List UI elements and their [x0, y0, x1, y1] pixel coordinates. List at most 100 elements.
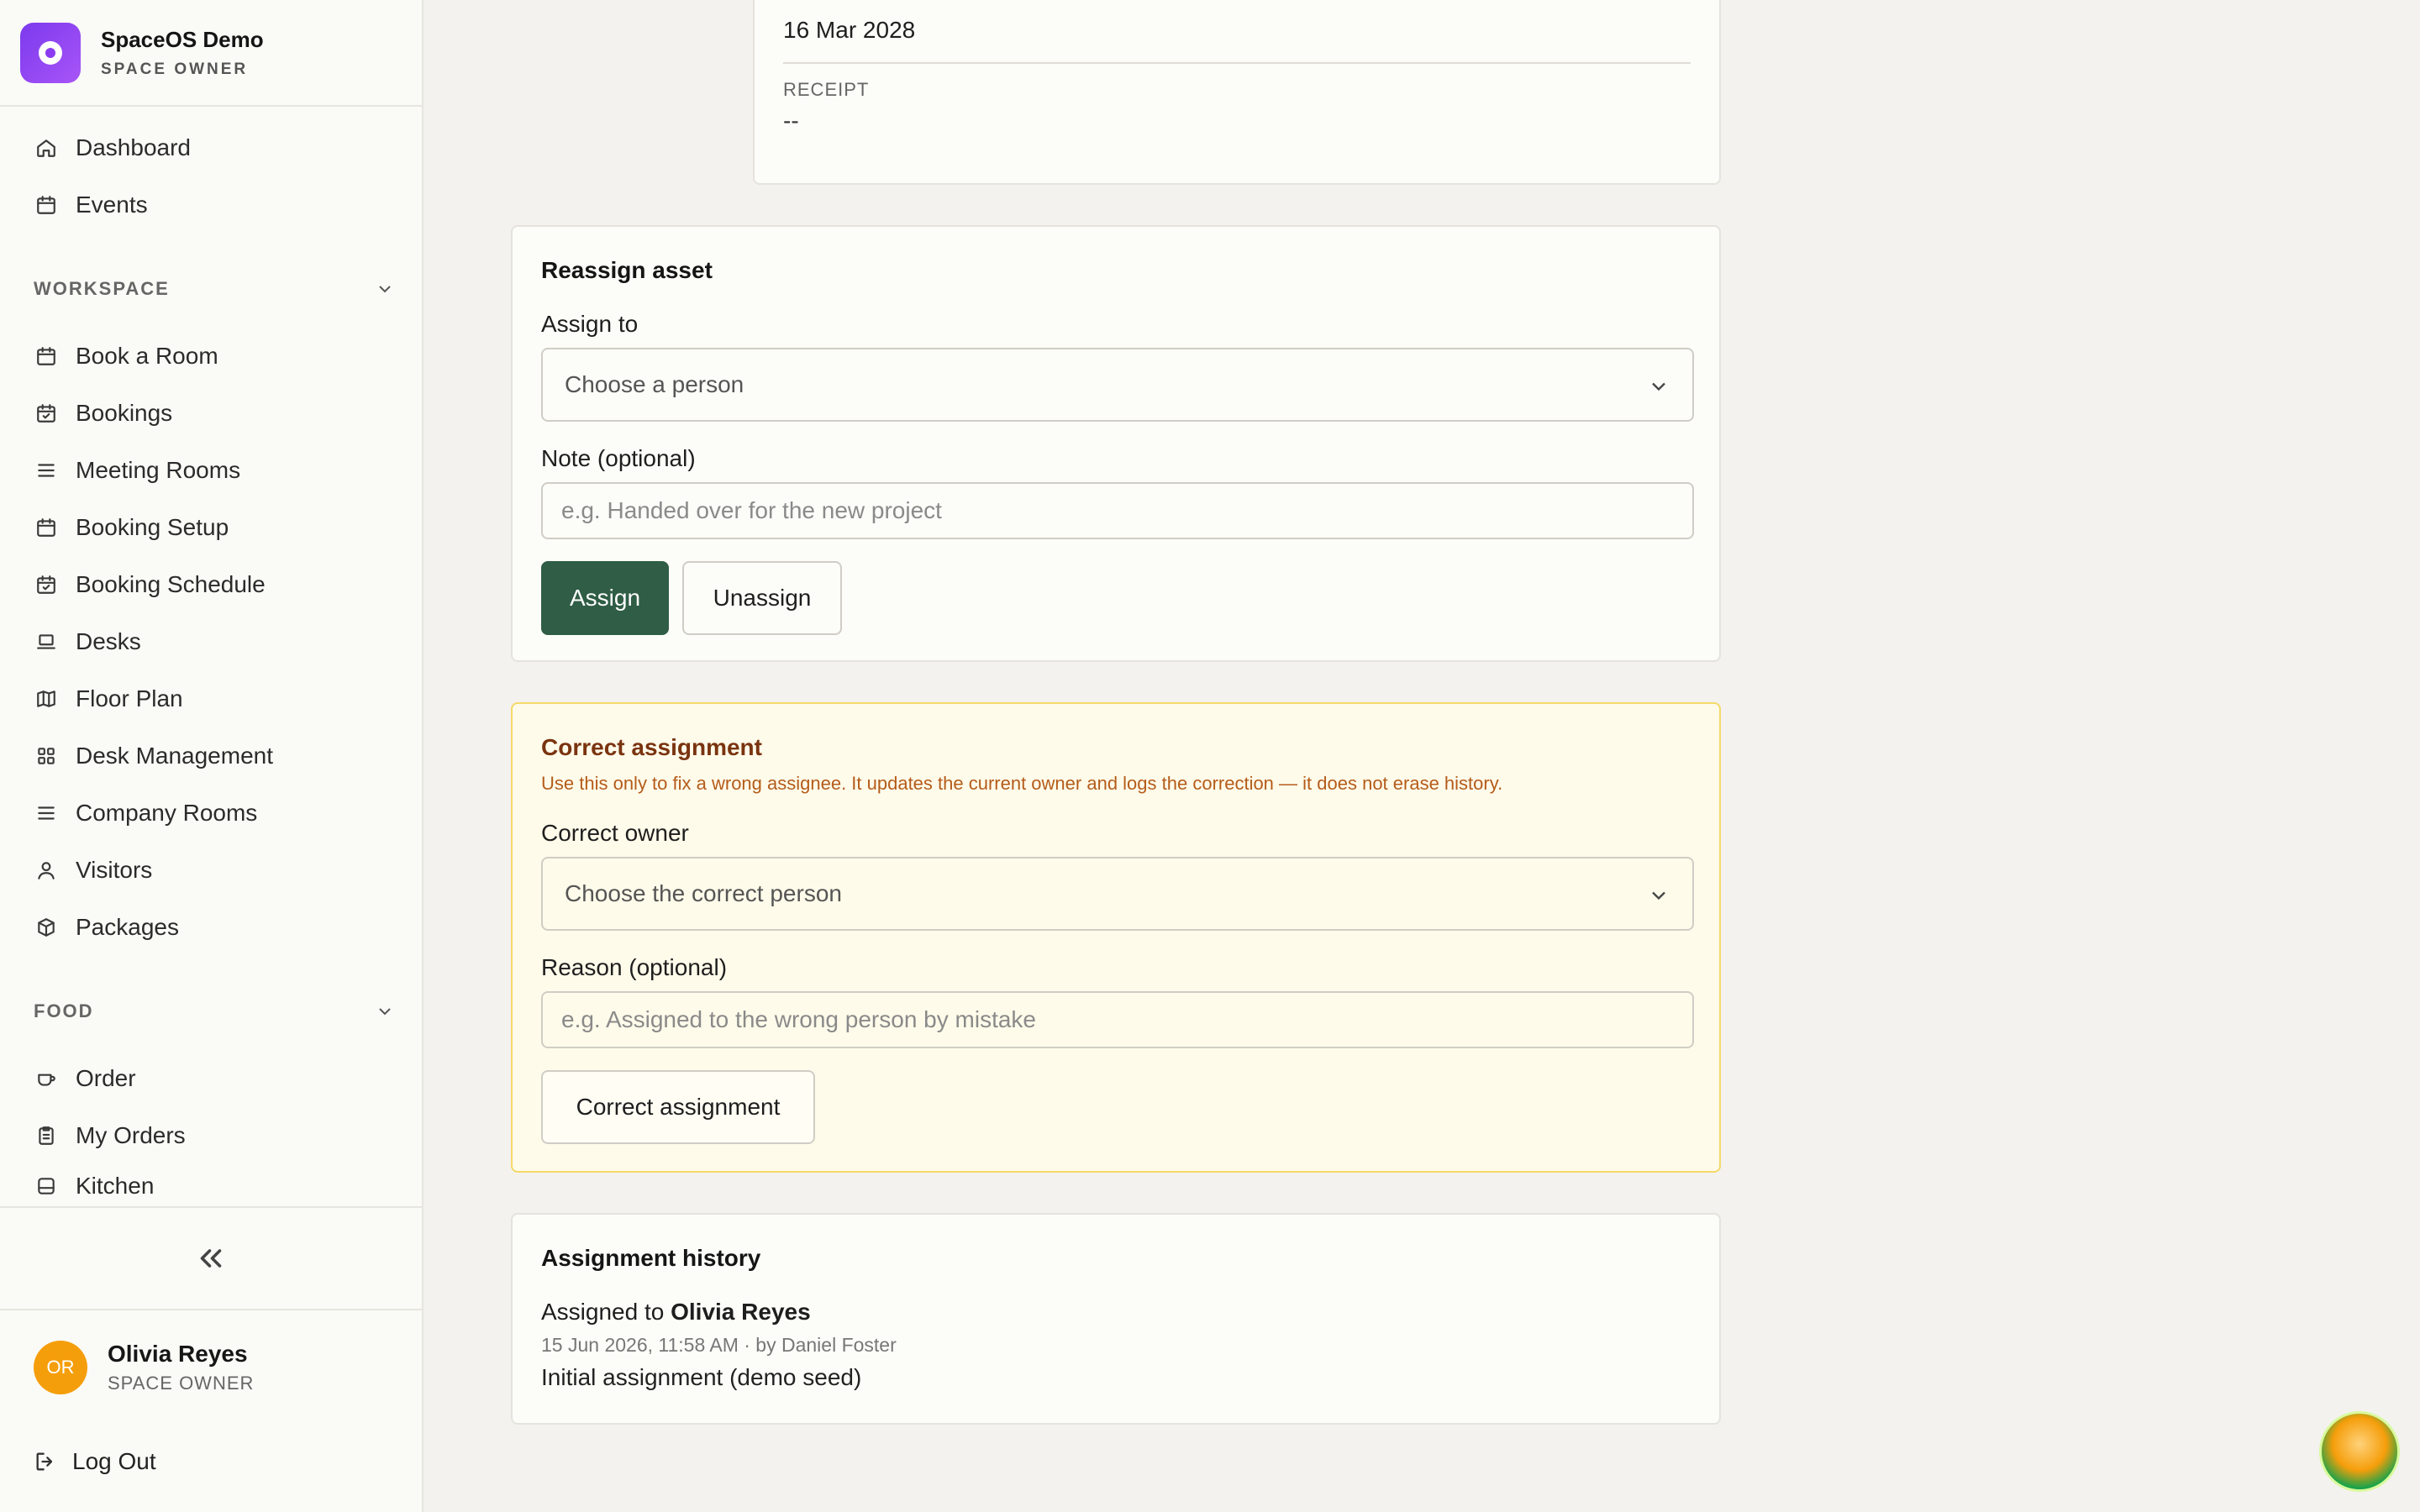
correct-description: Use this only to fix a wrong assignee. I… — [541, 773, 1503, 794]
correct-assignment-button[interactable]: Correct assignment — [541, 1070, 815, 1144]
avatar[interactable]: OR — [34, 1341, 87, 1394]
kitchen-icon — [34, 1173, 59, 1199]
sidebar-item-label: Company Rooms — [76, 800, 258, 826]
section-header-label: FOOD — [34, 1000, 94, 1021]
select-placeholder: Choose the correct person — [565, 880, 842, 906]
sidebar-item-kitchen[interactable]: Kitchen — [34, 1168, 403, 1205]
sidebar-item-packages[interactable]: Packages — [34, 902, 403, 953]
cup-icon — [34, 1066, 59, 1091]
date-value: 16 Mar 2028 — [783, 17, 916, 43]
receipt-label: RECEIPT — [783, 79, 870, 100]
reassign-asset-card: Reassign asset Assign to Choose a person… — [511, 225, 1721, 662]
correct-owner-label: Correct owner — [541, 820, 689, 846]
sidebar-item-label: Floor Plan — [76, 685, 183, 711]
receipt-value: -- — [783, 108, 799, 134]
sidebar-item-label: Kitchen — [76, 1173, 155, 1199]
input-placeholder: e.g. Handed over for the new project — [561, 497, 942, 523]
assistant-widget-button[interactable] — [2319, 1411, 2400, 1492]
sidebar-item-label: Packages — [76, 914, 179, 940]
sidebar-item-dashboard[interactable]: Dashboard — [34, 123, 403, 173]
brand-header[interactable]: SpaceOS Demo SPACE OWNER — [0, 0, 422, 107]
sidebar-item-label: Events — [76, 192, 148, 218]
card-title: Reassign asset — [541, 257, 713, 283]
sidebar-item-label: Meeting Rooms — [76, 457, 241, 483]
sidebar-item-company-rooms[interactable]: Company Rooms — [34, 788, 403, 838]
map-icon — [34, 686, 59, 711]
sidebar-item-desk-management[interactable]: Desk Management — [34, 731, 403, 781]
assign-to-select[interactable]: Choose a person — [541, 348, 1694, 422]
collapse-sidebar-button[interactable] — [0, 1206, 422, 1310]
sidebar-item-floor-plan[interactable]: Floor Plan — [34, 674, 403, 724]
sidebar-item-book-a-room[interactable]: Book a Room — [34, 331, 403, 381]
user-icon — [34, 858, 59, 883]
home-icon — [34, 135, 59, 160]
sidebar-item-visitors[interactable]: Visitors — [34, 845, 403, 895]
sidebar-item-label: Dashboard — [76, 134, 191, 160]
history-entry-meta: 15 Jun 2026, 11:58 AM · by Daniel Foster — [541, 1334, 897, 1356]
sidebar-item-label: Book a Room — [76, 343, 218, 369]
sidebar-item-label: Booking Schedule — [76, 571, 266, 597]
sidebar-item-label: Bookings — [76, 400, 173, 426]
sidebar-item-booking-setup[interactable]: Booking Setup — [34, 502, 403, 553]
unassign-button[interactable]: Unassign — [682, 561, 842, 635]
brand-role: SPACE OWNER — [101, 60, 249, 78]
section-header-food[interactable]: FOOD — [34, 995, 395, 1028]
chevrons-left-icon — [200, 1249, 222, 1268]
sidebar-item-label: Desk Management — [76, 743, 274, 769]
sidebar-item-desks[interactable]: Desks — [34, 617, 403, 667]
clipboard-icon — [34, 1123, 59, 1148]
logout-label: Log Out — [72, 1448, 156, 1474]
sidebar-item-label: My Orders — [76, 1122, 186, 1148]
logout-button[interactable]: Log Out — [34, 1436, 156, 1487]
user-name: Olivia Reyes — [108, 1341, 248, 1367]
chevron-down-icon — [379, 286, 391, 293]
grid-icon — [34, 743, 59, 769]
sidebar-item-booking-schedule[interactable]: Booking Schedule — [34, 559, 403, 610]
laptop-icon — [34, 629, 59, 654]
history-entry-person[interactable]: Olivia Reyes — [671, 1299, 811, 1325]
list-icon — [34, 801, 59, 826]
correct-assignment-card: Correct assignment Use this only to fix … — [511, 702, 1721, 1173]
calendar-icon — [34, 192, 59, 218]
calendar-check-icon — [34, 572, 59, 597]
card-title: Assignment history — [541, 1245, 761, 1271]
user-role: SPACE OWNER — [108, 1373, 255, 1394]
chevron-down-icon — [379, 1008, 391, 1016]
history-entry-prefix: Assigned to — [541, 1299, 671, 1325]
chevron-down-icon — [1652, 891, 1665, 900]
sidebar-item-my-orders[interactable]: My Orders — [34, 1110, 403, 1161]
calendar-check-icon — [34, 401, 59, 426]
calendar-icon — [34, 344, 59, 369]
correct-owner-select[interactable]: Choose the correct person — [541, 857, 1694, 931]
divider — [783, 62, 1691, 64]
assignment-history-card: Assignment history Assigned to Olivia Re… — [511, 1213, 1721, 1425]
chevron-down-icon — [1652, 382, 1665, 391]
list-icon — [34, 458, 59, 483]
sidebar: SpaceOS Demo SPACE OWNER Dashboard Event… — [0, 0, 424, 1512]
card-title: Correct assignment — [541, 734, 762, 760]
sidebar-item-label: Booking Setup — [76, 514, 229, 540]
asset-details-card: 16 Mar 2028 RECEIPT -- — [753, 0, 1721, 185]
reason-input[interactable]: e.g. Assigned to the wrong person by mis… — [541, 991, 1694, 1048]
history-entry-note: Initial assignment (demo seed) — [541, 1364, 862, 1390]
brand-logo-icon — [20, 23, 81, 83]
assign-button[interactable]: Assign — [541, 561, 669, 635]
sidebar-item-label: Order — [76, 1065, 136, 1091]
note-input[interactable]: e.g. Handed over for the new project — [541, 482, 1694, 539]
reason-label: Reason (optional) — [541, 954, 728, 980]
section-header-label: WORKSPACE — [34, 278, 170, 299]
sidebar-item-label: Visitors — [76, 857, 153, 883]
calendar-icon — [34, 515, 59, 540]
note-label: Note (optional) — [541, 445, 696, 471]
sidebar-item-bookings[interactable]: Bookings — [34, 388, 403, 438]
section-header-workspace[interactable]: WORKSPACE — [34, 272, 395, 306]
sidebar-item-label: Desks — [76, 628, 141, 654]
sidebar-item-meeting-rooms[interactable]: Meeting Rooms — [34, 445, 403, 496]
input-placeholder: e.g. Assigned to the wrong person by mis… — [561, 1006, 1036, 1032]
brand-name: SpaceOS Demo — [101, 27, 264, 52]
assign-to-label: Assign to — [541, 311, 639, 337]
sidebar-item-events[interactable]: Events — [34, 180, 403, 230]
package-icon — [34, 915, 59, 940]
logout-icon — [36, 1452, 53, 1471]
sidebar-item-order[interactable]: Order — [34, 1053, 403, 1104]
